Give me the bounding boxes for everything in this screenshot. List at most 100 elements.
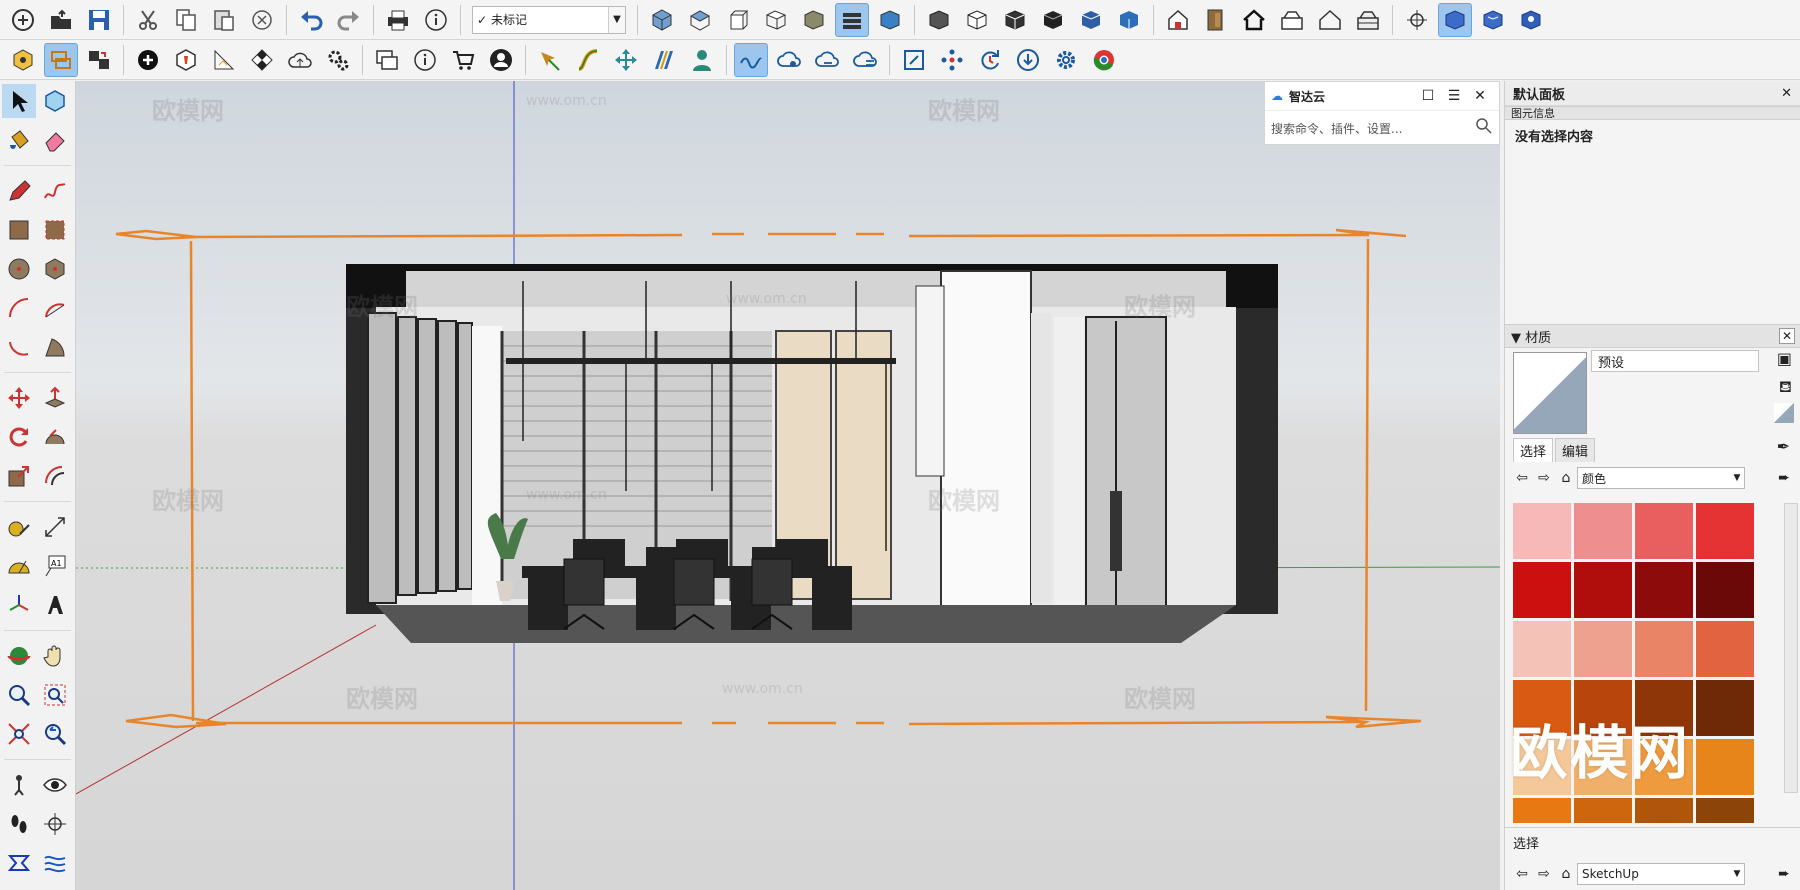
zoom-window-icon[interactable] xyxy=(38,678,72,712)
dots-icon[interactable] xyxy=(935,43,969,77)
protractor-icon[interactable] xyxy=(2,549,36,583)
rectangle-icon[interactable] xyxy=(2,213,36,247)
walk-icon[interactable] xyxy=(2,807,36,841)
text-icon[interactable]: A1 xyxy=(38,549,72,583)
section-fill-icon[interactable] xyxy=(1514,3,1548,37)
pan-icon[interactable] xyxy=(38,639,72,673)
pie-icon[interactable] xyxy=(38,330,72,364)
save-icon[interactable] xyxy=(82,3,116,37)
select-icon[interactable] xyxy=(2,83,36,118)
color-swatch[interactable] xyxy=(1696,680,1754,736)
bottom-view-icon[interactable] xyxy=(873,3,907,37)
color-swatch[interactable] xyxy=(1696,621,1754,677)
component-icon[interactable] xyxy=(1199,3,1233,37)
material-name-field[interactable]: 预设 xyxy=(1591,350,1759,372)
zoom-icon[interactable] xyxy=(2,678,36,712)
menu-icon[interactable]: ☰ xyxy=(1441,88,1467,104)
new-icon[interactable] xyxy=(6,3,40,37)
shadow-icon[interactable] xyxy=(207,43,241,77)
tape-measure-icon[interactable] xyxy=(2,510,36,544)
iso-view-icon[interactable] xyxy=(645,3,679,37)
forward-icon[interactable]: ⇨ xyxy=(1533,470,1555,486)
cloud-share-icon[interactable] xyxy=(772,43,806,77)
section-cuts-icon[interactable] xyxy=(1476,3,1510,37)
details-arrow-icon[interactable]: ➨ xyxy=(1773,470,1795,486)
search-icon[interactable] xyxy=(1475,117,1493,139)
shaded-textures-icon[interactable] xyxy=(1112,3,1146,37)
back-view-icon[interactable] xyxy=(797,3,831,37)
swatch-scrollbar[interactable] xyxy=(1784,503,1798,793)
color-swatch[interactable] xyxy=(1513,798,1571,823)
back-icon[interactable]: ⇦ xyxy=(1511,866,1533,882)
outliner-icon[interactable] xyxy=(647,43,681,77)
cut-icon[interactable] xyxy=(131,3,165,37)
layout-icon[interactable] xyxy=(370,43,404,77)
orbit-icon[interactable] xyxy=(2,639,36,673)
gear-icon[interactable] xyxy=(1049,43,1083,77)
solid-tools-icon[interactable] xyxy=(6,43,40,77)
refresh-icon[interactable] xyxy=(973,43,1007,77)
dimension-icon[interactable] xyxy=(38,510,72,544)
warehouse-icon[interactable] xyxy=(1161,3,1195,37)
zoom-extents-icon[interactable] xyxy=(2,717,36,751)
eraser-icon[interactable] xyxy=(38,123,72,157)
two-point-arc-icon[interactable] xyxy=(38,291,72,325)
footer-library-dropdown[interactable]: SketchUp ▼ xyxy=(1577,863,1745,885)
color-swatch[interactable] xyxy=(1696,562,1754,618)
extension-icon[interactable] xyxy=(169,43,203,77)
default-material-icon[interactable] xyxy=(1774,403,1794,423)
color-swatch[interactable] xyxy=(1635,562,1693,618)
left-view-icon[interactable] xyxy=(835,2,869,37)
smoove-icon[interactable] xyxy=(38,846,72,880)
color-swatch[interactable] xyxy=(1635,621,1693,677)
look-around-icon[interactable] xyxy=(38,768,72,802)
library-dropdown[interactable]: 颜色 ▼ xyxy=(1577,467,1745,489)
back-icon[interactable]: ⇦ xyxy=(1511,470,1533,486)
account-icon[interactable] xyxy=(484,43,518,77)
checker-icon[interactable] xyxy=(245,43,279,77)
open-icon[interactable] xyxy=(44,3,78,37)
color-swatch[interactable] xyxy=(1696,503,1754,559)
chrome-icon[interactable] xyxy=(1087,43,1121,77)
house-outline-icon[interactable] xyxy=(1313,3,1347,37)
erase-selection-icon[interactable] xyxy=(245,3,279,37)
color-swatch[interactable] xyxy=(1696,798,1754,823)
tab-edit[interactable]: 编辑 xyxy=(1555,438,1596,462)
rotate-icon[interactable] xyxy=(2,420,36,454)
arc-icon[interactable] xyxy=(2,291,36,325)
undo-icon[interactable] xyxy=(294,3,328,37)
back-edges-icon[interactable] xyxy=(960,3,994,37)
cloud-link-icon[interactable] xyxy=(734,42,768,77)
offset-icon[interactable] xyxy=(38,459,72,493)
close-icon[interactable]: ✕ xyxy=(1467,88,1493,104)
tab-select[interactable]: 选择 xyxy=(1513,438,1554,462)
section-plane-icon[interactable] xyxy=(1400,3,1434,37)
front-view-icon[interactable] xyxy=(721,3,755,37)
right-view-icon[interactable] xyxy=(759,3,793,37)
color-swatch[interactable] xyxy=(1513,562,1571,618)
copy-icon[interactable] xyxy=(169,3,203,37)
curve-icon[interactable] xyxy=(571,43,605,77)
cloud-upload-icon[interactable] xyxy=(283,43,317,77)
swap-icon[interactable] xyxy=(44,42,78,77)
circle-icon[interactable] xyxy=(2,252,36,286)
cloud-list-icon[interactable] xyxy=(848,43,882,77)
paint-bucket-icon[interactable]: ⛾ xyxy=(1779,377,1792,398)
cloud-sync-icon[interactable] xyxy=(810,43,844,77)
follow-icon[interactable] xyxy=(82,43,116,77)
add-location-icon[interactable] xyxy=(131,43,165,77)
outer-shell-icon[interactable] xyxy=(1275,3,1309,37)
pencil-icon[interactable] xyxy=(2,174,36,208)
color-swatch[interactable] xyxy=(1574,798,1632,823)
color-swatch[interactable] xyxy=(1635,503,1693,559)
push-pull-icon[interactable] xyxy=(38,381,72,415)
color-swatch[interactable] xyxy=(1696,739,1754,795)
model-info-icon[interactable] xyxy=(419,3,453,37)
forward-icon[interactable]: ⇨ xyxy=(1533,866,1555,882)
scale-icon[interactable] xyxy=(2,459,36,493)
color-swatch[interactable] xyxy=(1513,503,1571,559)
create-material-icon[interactable]: ▣ xyxy=(1777,349,1792,368)
rotated-rectangle-icon[interactable] xyxy=(38,213,72,247)
search-input[interactable]: 搜索命令、插件、设置... xyxy=(1271,120,1475,137)
color-swatch[interactable] xyxy=(1574,562,1632,618)
